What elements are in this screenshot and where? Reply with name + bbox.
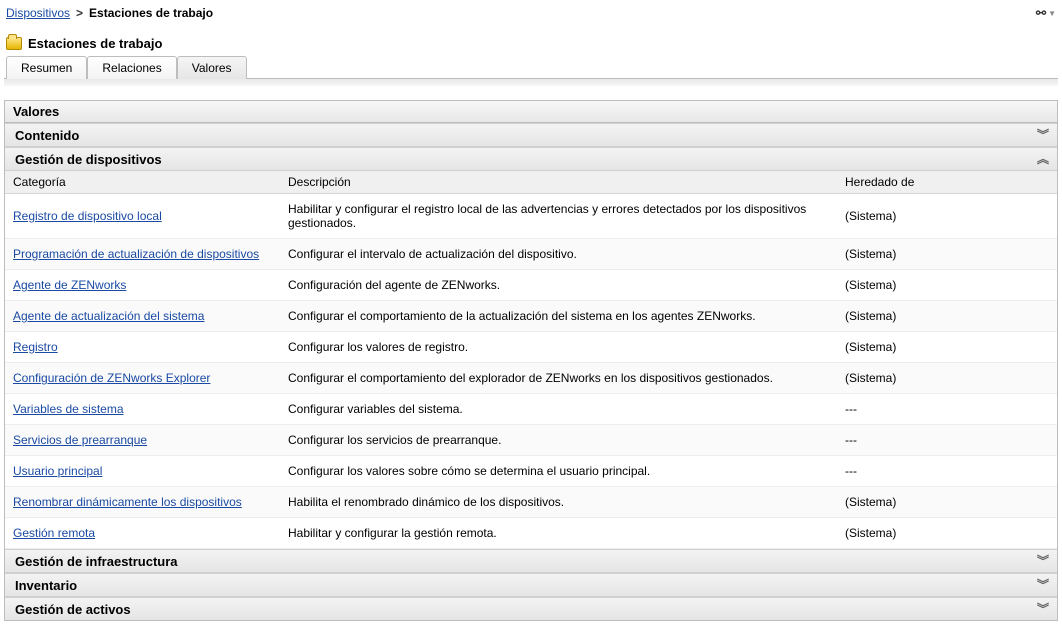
collapse-icon[interactable]: ︽ <box>1033 150 1053 168</box>
tab-strip <box>4 78 1058 86</box>
row-inherited: (Sistema) <box>837 301 1057 332</box>
table-row: Configuración de ZENworks Explorer Config… <box>5 363 1057 394</box>
row-inherited: (Sistema) <box>837 239 1057 270</box>
breadcrumb-separator: > <box>76 6 83 20</box>
col-category: Categoría <box>5 171 280 194</box>
category-link[interactable]: Gestión remota <box>13 526 95 540</box>
row-description: Configurar los servicios de prearranque. <box>280 425 837 456</box>
category-link[interactable]: Agente de ZENworks <box>13 278 126 292</box>
table-row: Agente de ZENworks Configuración del agen… <box>5 270 1057 301</box>
row-description: Configurar los valores sobre cómo se det… <box>280 456 837 487</box>
category-link[interactable]: Agente de actualización del sistema <box>13 309 204 323</box>
row-inherited: (Sistema) <box>837 363 1057 394</box>
table-row: Programación de actualización de disposi… <box>5 239 1057 270</box>
category-link[interactable]: Configuración de ZENworks Explorer <box>13 371 210 385</box>
row-inherited: --- <box>837 394 1057 425</box>
breadcrumb: Dispositivos > Estaciones de trabajo <box>6 6 213 20</box>
row-description: Configurar variables del sistema. <box>280 394 837 425</box>
row-inherited: (Sistema) <box>837 518 1057 549</box>
expand-icon[interactable]: ︾ <box>1033 576 1053 594</box>
col-description: Descripción <box>280 171 837 194</box>
row-inherited: (Sistema) <box>837 332 1057 363</box>
category-link[interactable]: Variables de sistema <box>13 402 124 416</box>
table-row: Registro de dispositivo local Habilitar y… <box>5 194 1057 239</box>
table-row: Gestión remota Habilitar y configurar la … <box>5 518 1057 549</box>
row-inherited: (Sistema) <box>837 194 1057 239</box>
table-row: Servicios de prearranque Configurar los s… <box>5 425 1057 456</box>
row-description: Habilitar y configurar el registro local… <box>280 194 837 239</box>
expand-icon[interactable]: ︾ <box>1033 600 1053 618</box>
section-content[interactable]: Contenido ︾ <box>5 123 1057 147</box>
row-description: Configuración del agente de ZENworks. <box>280 270 837 301</box>
expand-icon[interactable]: ︾ <box>1033 126 1053 144</box>
category-link[interactable]: Registro de dispositivo local <box>13 209 162 223</box>
section-device-mgmt[interactable]: Gestión de dispositivos ︽ <box>5 147 1057 171</box>
category-link[interactable]: Usuario principal <box>13 464 102 478</box>
row-description: Configurar el intervalo de actualización… <box>280 239 837 270</box>
tab-bar: Resumen Relaciones Valores <box>4 55 1058 78</box>
category-link[interactable]: Servicios de prearranque <box>13 433 147 447</box>
section-inventory-label: Inventario <box>15 578 77 593</box>
breadcrumb-current: Estaciones de trabajo <box>89 6 213 20</box>
table-row: Agente de actualización del sistema Confi… <box>5 301 1057 332</box>
row-inherited: (Sistema) <box>837 487 1057 518</box>
category-link[interactable]: Programación de actualización de disposi… <box>13 247 259 261</box>
table-row: Renombrar dinámicamente los dispositivos… <box>5 487 1057 518</box>
section-asset-mgmt[interactable]: Gestión de activos ︾ <box>5 597 1057 620</box>
row-inherited: --- <box>837 425 1057 456</box>
expand-icon[interactable]: ︾ <box>1033 552 1053 570</box>
tab-relations[interactable]: Relaciones <box>87 56 176 79</box>
category-link[interactable]: Renombrar dinámicamente los dispositivos <box>13 495 242 509</box>
section-device-mgmt-label: Gestión de dispositivos <box>15 152 162 167</box>
panel-title: Valores <box>5 101 1057 123</box>
values-panel: Valores Contenido ︾ Gestión de dispositi… <box>4 100 1058 621</box>
row-description: Habilitar y configurar la gestión remota… <box>280 518 837 549</box>
row-inherited: --- <box>837 456 1057 487</box>
table-row: Variables de sistema Configurar variables… <box>5 394 1057 425</box>
tab-summary[interactable]: Resumen <box>6 56 87 79</box>
category-link[interactable]: Registro <box>13 340 58 354</box>
settings-table: Categoría Descripción Heredado de Regist… <box>5 171 1057 549</box>
section-infra-mgmt[interactable]: Gestión de infraestructura ︾ <box>5 549 1057 573</box>
tab-values[interactable]: Valores <box>177 56 247 79</box>
page-link-menu[interactable]: ⚯ ▼ <box>1036 6 1056 20</box>
chevron-down-icon: ▼ <box>1048 9 1056 18</box>
table-row: Usuario principal Configurar los valores … <box>5 456 1057 487</box>
col-inherited: Heredado de <box>837 171 1057 194</box>
section-inventory[interactable]: Inventario ︾ <box>5 573 1057 597</box>
row-description: Configurar el comportamiento del explora… <box>280 363 837 394</box>
row-description: Configurar los valores de registro. <box>280 332 837 363</box>
section-content-label: Contenido <box>15 128 79 143</box>
link-icon: ⚯ <box>1036 6 1046 20</box>
table-row: Registro Configurar los valores de regist… <box>5 332 1057 363</box>
row-inherited: (Sistema) <box>837 270 1057 301</box>
row-description: Configurar el comportamiento de la actua… <box>280 301 837 332</box>
folder-icon <box>6 37 22 50</box>
section-infra-mgmt-label: Gestión de infraestructura <box>15 554 178 569</box>
breadcrumb-parent-link[interactable]: Dispositivos <box>6 6 70 20</box>
page-title: Estaciones de trabajo <box>28 36 162 51</box>
row-description: Habilita el renombrado dinámico de los d… <box>280 487 837 518</box>
section-asset-mgmt-label: Gestión de activos <box>15 602 131 617</box>
